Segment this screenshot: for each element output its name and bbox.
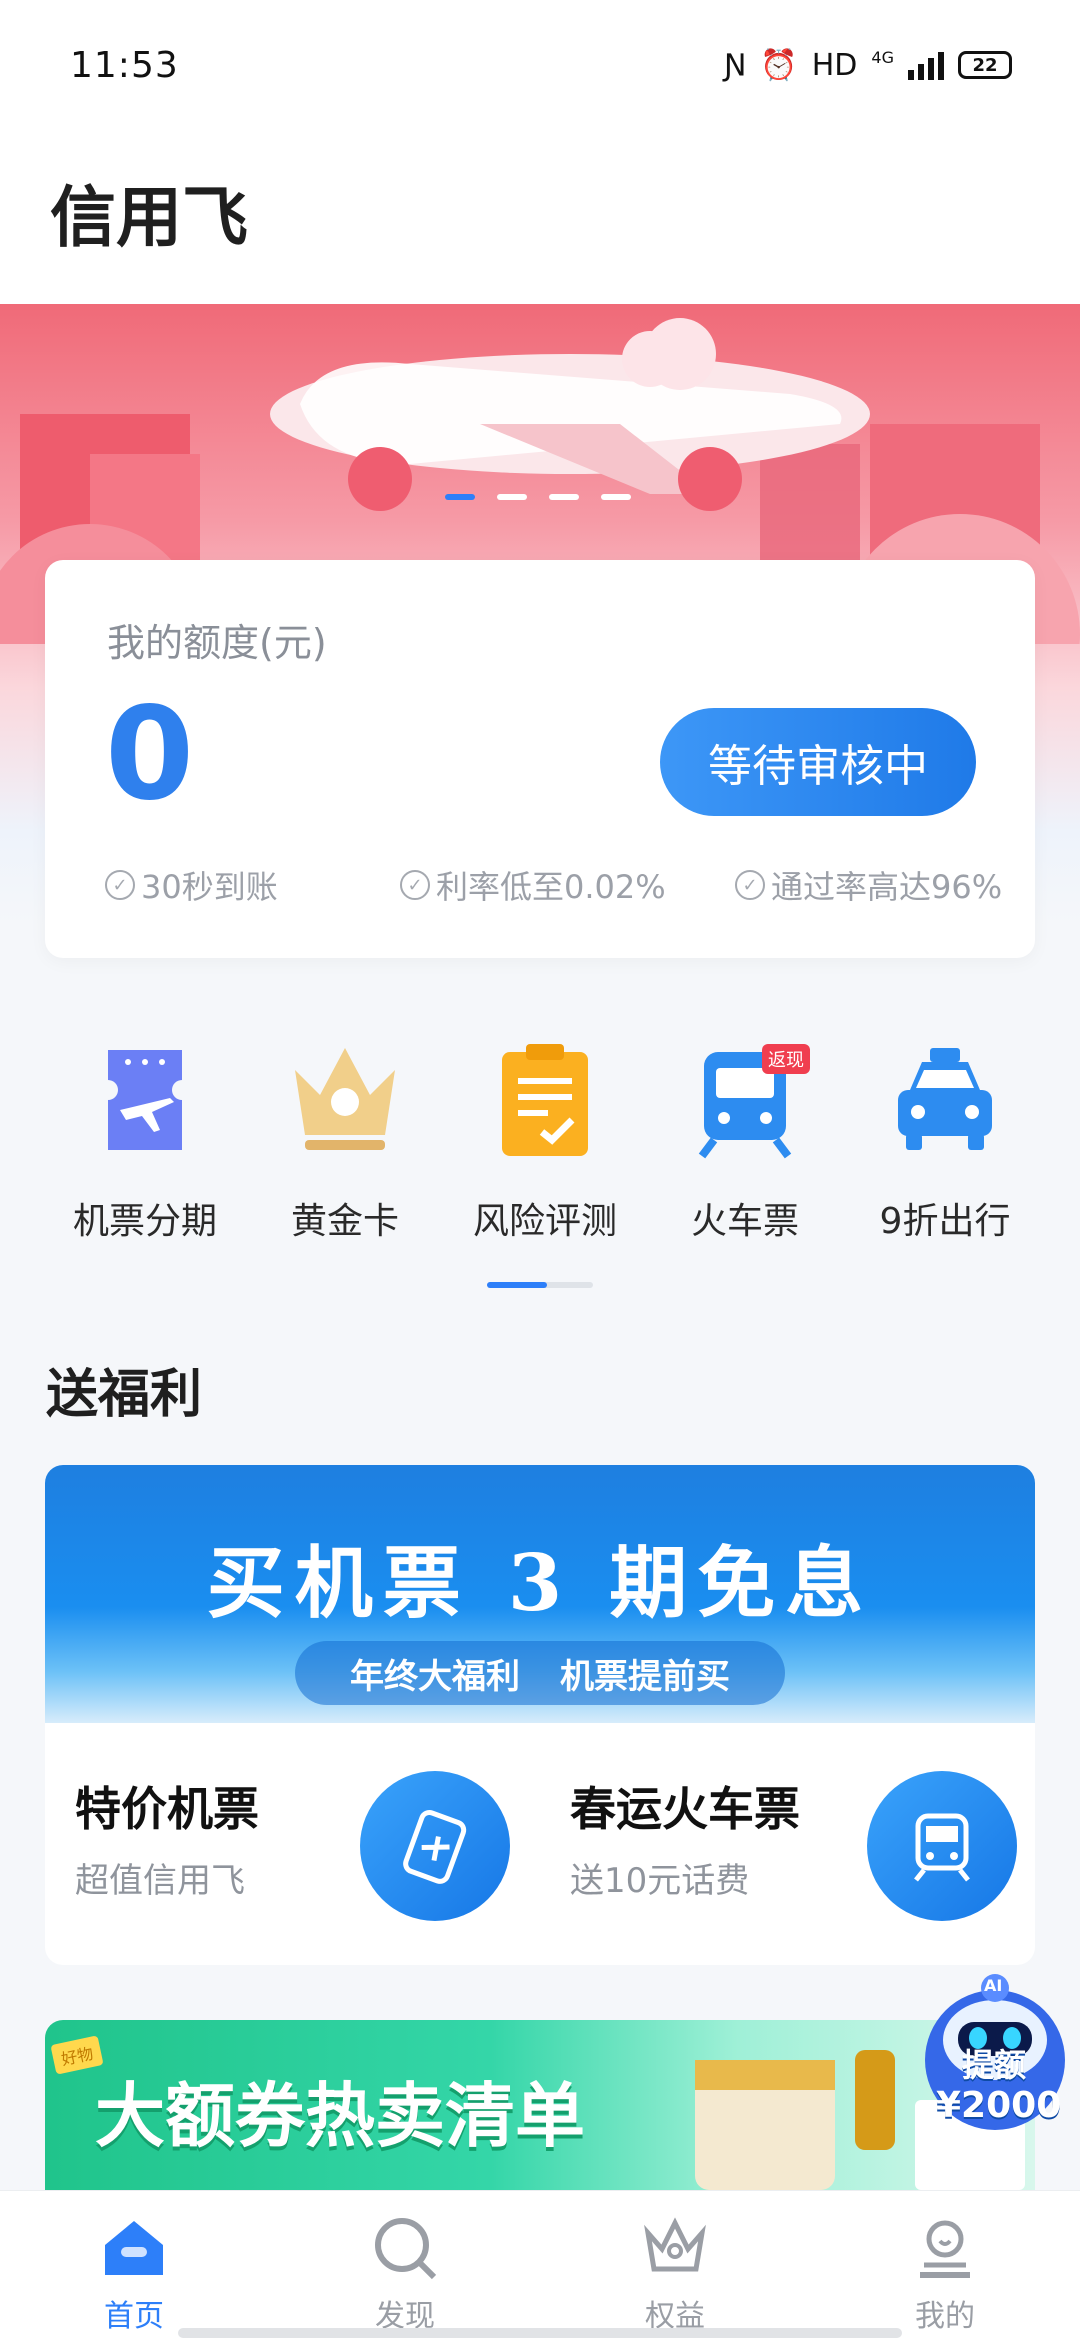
welfare-card: 买机票 3 期免息 年终大福利 机票提前买 特价机票 超值信用飞 春运火车票 送…	[45, 1465, 1035, 1965]
quick-entry-label: 火车票	[690, 1201, 799, 1242]
check-circle-icon: ✓	[400, 870, 430, 900]
review-status-button[interactable]: 等待审核中	[660, 708, 976, 816]
credit-card: 我的额度(元) 0 等待审核中 ✓ 30秒到账 ✓ 利率低至0.02% ✓ 通过…	[45, 560, 1035, 958]
check-circle-icon: ✓	[735, 870, 765, 900]
home-indicator	[178, 2328, 902, 2338]
quick-entry-gold-card[interactable]: 黄金卡	[245, 1040, 445, 1244]
check-circle-icon: ✓	[105, 870, 135, 900]
signal-icon	[908, 50, 944, 80]
quick-entry-taxi-discount[interactable]: 9折出行	[845, 1040, 1045, 1244]
ticket-plane-icon	[90, 1040, 200, 1160]
feature-label: 30秒到账	[141, 868, 278, 906]
user-icon	[910, 2213, 980, 2283]
battery-icon: 22	[958, 51, 1012, 79]
feature-item: ✓ 30秒到账	[105, 862, 278, 908]
quick-entries: 机票分期 黄金卡 风险评测 返现 火车票 9折出行	[30, 1040, 1050, 1280]
ai-raise-amount: ¥2000	[936, 2085, 1062, 2126]
nav-home[interactable]: 首页	[64, 2213, 204, 2335]
promo-subtitle: 超值信用飞	[75, 1861, 245, 1901]
quick-entry-label: 9折出行	[879, 1201, 1011, 1242]
quick-entry-risk-assessment[interactable]: 风险评测	[445, 1040, 645, 1244]
cashback-tag: 返现	[762, 1044, 810, 1074]
ai-raise-label: 提额	[962, 2046, 1027, 2084]
feature-label: 通过率高达96%	[771, 868, 1003, 906]
page-title: 信用飞	[50, 179, 248, 256]
network-label: 4G	[871, 47, 894, 67]
feature-label: 利率低至0.02%	[436, 868, 666, 906]
search-icon	[370, 2213, 440, 2283]
nfc-icon: Ɲ	[723, 47, 747, 83]
welfare-banner-headline: 买机票 3 期免息	[206, 1538, 874, 1629]
status-bar: 11:53 Ɲ ⏰ HD 4G 22	[0, 0, 1080, 130]
quick-entry-ticket-installment[interactable]: 机票分期	[45, 1040, 245, 1244]
carousel-dots[interactable]	[445, 494, 631, 500]
welfare-banner[interactable]: 买机票 3 期免息 年终大福利 机票提前买	[45, 1465, 1035, 1723]
train-icon: 返现	[690, 1040, 810, 1160]
coupon-title: 大额券热卖清单	[95, 2075, 585, 2157]
app-header: 信用飞	[0, 130, 1080, 304]
welfare-banner-subtitle-1: 年终大福利	[350, 1656, 520, 1697]
carousel-dot[interactable]	[445, 494, 475, 500]
quick-scroll-indicator	[487, 1282, 593, 1288]
crown-icon	[290, 1040, 400, 1160]
coupon-banner[interactable]: 好物 大额券热卖清单	[45, 2020, 1035, 2190]
nav-benefits[interactable]: 权益	[605, 2213, 745, 2335]
train-icon	[867, 1771, 1017, 1921]
promo-special-flight[interactable]: 特价机票 超值信用飞	[45, 1723, 540, 1965]
welfare-banner-subtitle: 年终大福利 机票提前买	[295, 1641, 785, 1705]
credit-amount: 0	[105, 680, 195, 829]
status-icons: Ɲ ⏰ HD 4G 22	[724, 48, 1012, 83]
bottom-nav: 首页 发现 权益 我的	[0, 2190, 1080, 2340]
plane-ticket-icon	[360, 1771, 510, 1921]
quick-entry-train-ticket[interactable]: 返现 火车票	[645, 1040, 845, 1244]
promo-title: 春运火车票	[570, 1782, 800, 1836]
ai-badge: AI	[984, 1976, 1003, 1995]
nav-discover[interactable]: 发现	[335, 2213, 475, 2335]
feature-item: ✓ 通过率高达96%	[735, 862, 1002, 908]
credit-label: 我的额度(元)	[107, 621, 327, 665]
carousel-dot[interactable]	[549, 494, 579, 500]
welfare-banner-subtitle-2: 机票提前买	[560, 1656, 730, 1697]
quick-entry-label: 黄金卡	[290, 1201, 399, 1242]
section-title-welfare: 送福利	[46, 1365, 203, 1425]
hd-label: HD	[811, 47, 858, 83]
carousel-dot[interactable]	[497, 494, 527, 500]
promo-title: 特价机票	[75, 1782, 259, 1836]
status-time: 11:53	[70, 44, 179, 86]
alarm-icon: ⏰	[760, 47, 798, 83]
taxi-icon	[890, 1040, 1000, 1160]
home-icon	[99, 2213, 169, 2283]
crown-icon	[640, 2213, 710, 2283]
airplane-illustration	[270, 318, 870, 511]
quick-entry-label: 风险评测	[472, 1201, 617, 1242]
carousel-dot[interactable]	[601, 494, 631, 500]
feature-item: ✓ 利率低至0.02%	[400, 862, 666, 908]
nav-mine[interactable]: 我的	[875, 2213, 1015, 2335]
promo-subtitle: 送10元话费	[570, 1861, 750, 1901]
quick-entry-label: 机票分期	[72, 1201, 217, 1242]
promo-spring-train[interactable]: 春运火车票 送10元话费	[540, 1723, 1035, 1965]
clipboard-icon	[490, 1040, 600, 1160]
